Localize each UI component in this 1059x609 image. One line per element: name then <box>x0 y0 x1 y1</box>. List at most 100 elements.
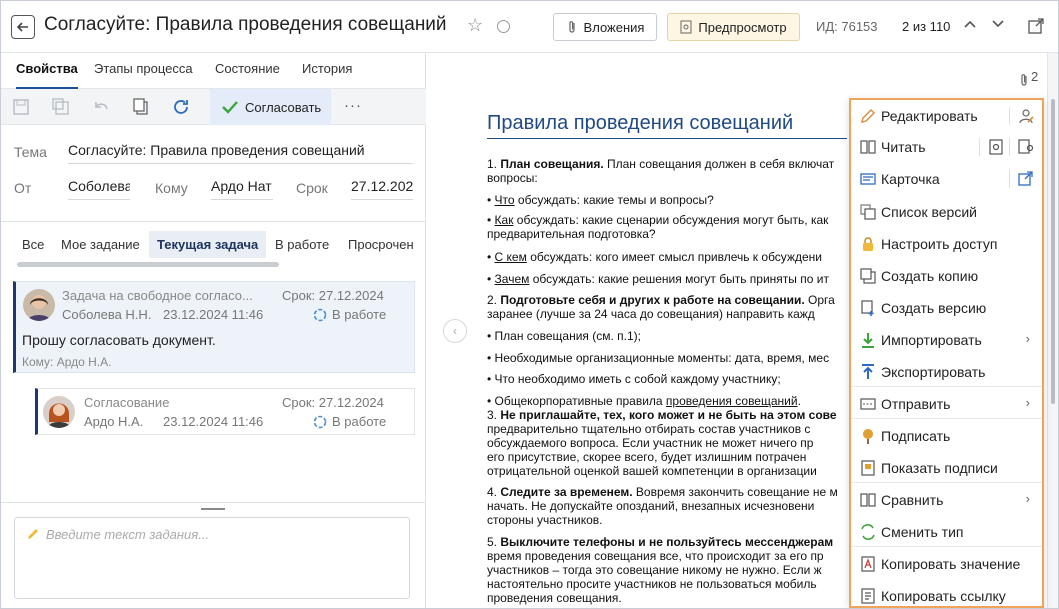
menu-item-label: Копировать значение <box>881 556 1021 572</box>
tab-process-stages[interactable]: Этапы процесса <box>94 61 193 89</box>
task-tab-my[interactable]: Мое задание <box>61 237 140 252</box>
menu-item-import[interactable]: Импортировать › <box>851 324 1042 356</box>
attachments-button[interactable]: Вложения <box>553 13 657 41</box>
chevron-right-icon: › <box>1025 331 1030 346</box>
send-icon <box>860 398 876 410</box>
menu-item-lock[interactable]: Настроить доступ <box>851 228 1042 260</box>
star-icon[interactable]: ☆ <box>467 15 483 36</box>
read-people-icon[interactable] <box>1017 138 1035 156</box>
document-line: его присутствие, скорее всего, будет изл… <box>487 450 807 464</box>
menu-item-pencil[interactable]: Редактировать <box>851 100 1042 132</box>
more-actions-button[interactable]: ··· <box>344 97 362 114</box>
compare-icon <box>860 493 876 507</box>
menu-item-label: Карточка <box>881 171 940 187</box>
menu-item-copy-value[interactable]: Копировать значение <box>851 548 1042 580</box>
from-field[interactable]: Соболева <box>68 178 130 200</box>
in-progress-icon <box>313 415 327 429</box>
menu-item-send[interactable]: Отправить › <box>851 388 1042 420</box>
save-icon[interactable] <box>12 98 30 116</box>
document-line: предварительно тщательно отбирать состав… <box>487 422 811 436</box>
subtask-card[interactable]: Согласование Срок: 27.12.2024 Ардо Н.А. … <box>35 388 415 435</box>
undo-icon[interactable] <box>92 98 110 116</box>
document-scrollbar[interactable] <box>1051 99 1055 404</box>
menu-item-new-version[interactable]: Создать версию <box>851 292 1042 324</box>
menu-item-signatures[interactable]: Показать подписи <box>851 452 1042 484</box>
book-icon <box>860 140 876 154</box>
export-icon <box>862 364 874 379</box>
menu-item-export[interactable]: Экспортировать <box>851 356 1042 388</box>
tab-properties[interactable]: Свойства <box>16 61 78 89</box>
attachment-count: 2 <box>1031 69 1039 84</box>
refresh-icon[interactable] <box>172 98 190 116</box>
menu-item-copy-link[interactable]: Копировать ссылку <box>851 580 1042 608</box>
task-tab-current[interactable]: Текущая задача <box>149 231 267 258</box>
left-panel: Свойства Этапы процесса Состояние Истори… <box>1 53 426 608</box>
back-button[interactable] <box>11 15 35 39</box>
menu-separator <box>851 546 1042 547</box>
task-tab-all[interactable]: Все <box>22 237 44 252</box>
preview-button[interactable]: Предпросмотр <box>667 13 800 41</box>
collapse-panel-button[interactable]: ‹ <box>443 319 467 343</box>
due-field[interactable]: 27.12.202 <box>351 178 413 200</box>
copy-icon[interactable] <box>132 98 150 116</box>
separator <box>979 138 980 156</box>
new-version-icon <box>861 300 874 316</box>
toolbar: Согласовать ··· <box>1 89 426 125</box>
subject-field[interactable]: Согласуйте: Правила проведения совещаний <box>68 142 413 164</box>
menu-item-versions[interactable]: Список версий <box>851 196 1042 228</box>
document-id: ИД: 76153 <box>816 19 878 34</box>
task-date: 23.12.2024 11:46 <box>163 307 264 322</box>
preview-doc-icon[interactable] <box>987 138 1005 156</box>
status-circle-icon[interactable] <box>497 20 510 33</box>
task-tab-overdue[interactable]: Просрочен <box>348 237 414 252</box>
task-card[interactable]: Задача на свободное согласо... Срок: 27.… <box>13 281 415 373</box>
document-line: настоятельно просите участников не польз… <box>487 577 817 591</box>
menu-item-card[interactable]: Карточка <box>851 163 1042 195</box>
document-line: отрицательной оценкой вашей компетенции … <box>487 464 817 478</box>
menu-item-book[interactable]: Читать <box>851 131 1042 163</box>
document-line: • Зачем обсуждать: какие решения могут б… <box>487 272 829 286</box>
paperclip-icon[interactable] <box>1019 73 1029 87</box>
edit-people-icon[interactable] <box>1017 107 1035 125</box>
resize-handle[interactable] <box>201 508 225 510</box>
task-tab-in-progress[interactable]: В работе <box>275 237 329 252</box>
tabs-scrollbar[interactable] <box>17 262 279 267</box>
approve-button[interactable]: Согласовать <box>210 89 331 125</box>
signatures-icon <box>861 460 875 476</box>
menu-item-compare[interactable]: Сравнить › <box>851 484 1042 516</box>
menu-separator <box>851 482 1042 483</box>
document-line: 5. Выключите телефоны и не пользуйтесь м… <box>487 535 834 549</box>
separator <box>1009 107 1010 125</box>
open-external-icon[interactable] <box>1017 170 1035 188</box>
subtask-title: Согласование <box>84 395 170 410</box>
save-all-icon[interactable] <box>52 98 70 116</box>
document-line: • Что обсуждать: какие темы и вопросы? <box>487 193 714 207</box>
chevron-up-icon[interactable] <box>963 17 977 31</box>
sign-icon <box>863 429 873 444</box>
open-external-icon[interactable] <box>1027 17 1045 35</box>
window: Согласуйте: Правила проведения совещаний… <box>0 0 1059 609</box>
document-line: • План совещания (см. п.1); <box>487 329 641 343</box>
divider <box>1 221 426 222</box>
menu-item-label: Копировать ссылку <box>881 588 1006 604</box>
lock-icon <box>863 237 873 251</box>
to-field[interactable]: Ардо Нат <box>211 178 273 200</box>
menu-separator <box>851 418 1042 419</box>
menu-item-change-type[interactable]: Сменить тип <box>851 516 1042 548</box>
preview-label: Предпросмотр <box>698 19 787 35</box>
copy-icon <box>860 268 876 284</box>
chevron-right-icon: › <box>1025 395 1030 410</box>
chevron-down-icon[interactable] <box>991 17 1005 31</box>
header: Согласуйте: Правила проведения совещаний… <box>1 1 1058 53</box>
document-line: 3. Не приглашайте, тех, кого может и не … <box>487 408 837 422</box>
tab-history[interactable]: История <box>302 61 352 89</box>
from-label: От <box>14 180 32 196</box>
menu-item-copy[interactable]: Создать копию <box>851 260 1042 292</box>
tab-state[interactable]: Состояние <box>215 61 280 89</box>
arrow-left-icon <box>16 22 28 32</box>
document-line: участников – тогда это совещание никому … <box>487 563 822 577</box>
menu-item-sign[interactable]: Подписать <box>851 420 1042 452</box>
task-input[interactable]: Введите текст задания... <box>14 517 410 599</box>
task-title: Задача на свободное согласо... <box>62 288 253 303</box>
document-line: • Необходимые организационные моменты: д… <box>487 351 830 365</box>
